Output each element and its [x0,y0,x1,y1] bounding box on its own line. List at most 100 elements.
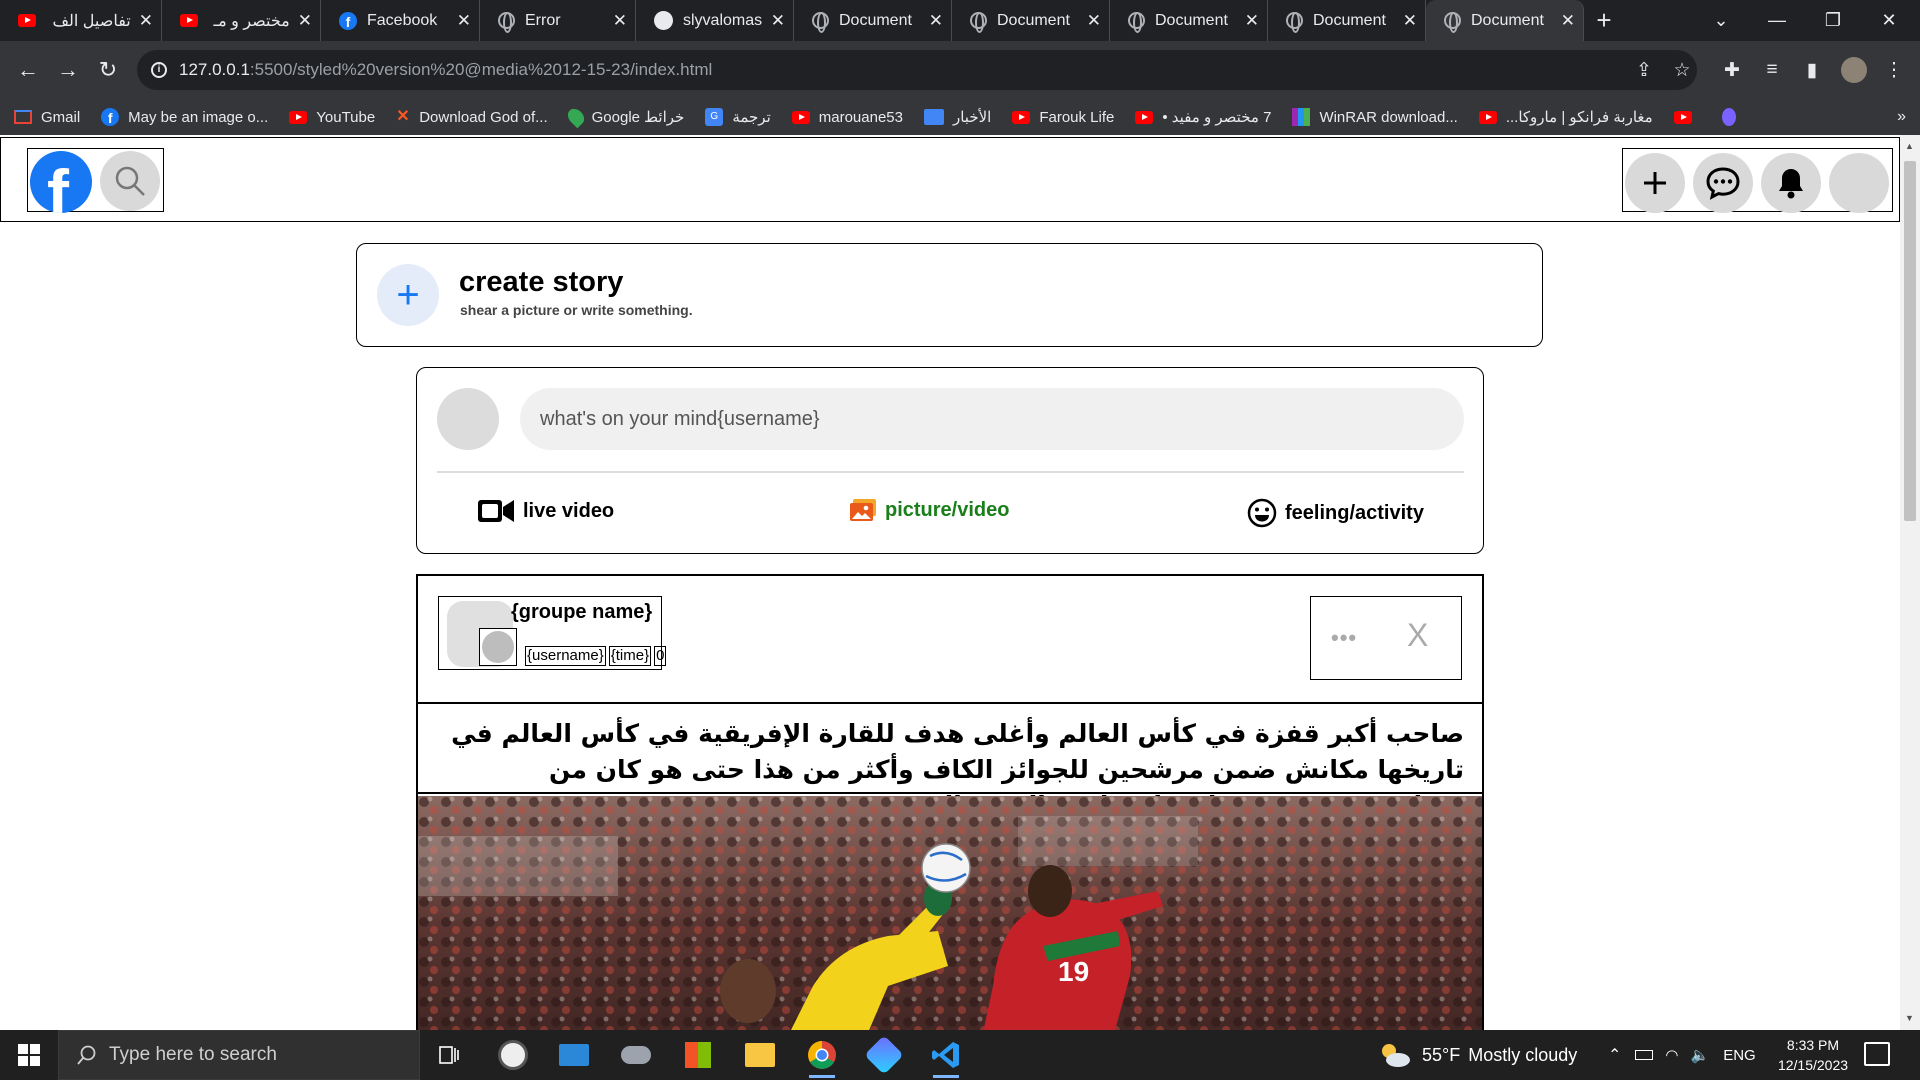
bookmark-mokhtasar[interactable]: 7 مختصر و مفيد • [1135,108,1271,126]
add-story-button[interactable]: + [377,264,439,326]
notifications-button[interactable] [1761,153,1821,213]
browser-tab[interactable]: Document ✕ [1268,0,1426,41]
bell-icon [1779,169,1803,199]
page-scrollbar[interactable]: ▲ ▼ [1900,135,1920,1030]
post-username[interactable]: {username} [525,646,606,666]
post-time[interactable]: {time} [608,646,652,666]
bookmark-translate[interactable]: G ترجمة [705,108,771,126]
close-tab-icon[interactable]: ✕ [771,11,785,31]
address-bar[interactable]: i 127.0.0.1:5500/styled%20version%20@med… [137,50,1697,90]
close-window-button[interactable]: ✕ [1861,0,1917,41]
share-icon[interactable]: ⇪ [1624,50,1664,90]
close-tab-icon[interactable]: ✕ [1561,11,1575,31]
browser-tab[interactable]: Document ✕ [952,0,1110,41]
close-post-icon[interactable]: X [1407,617,1428,654]
media-control-icon[interactable]: ≡ [1752,50,1792,90]
start-button[interactable] [0,1030,58,1080]
browser-tab[interactable]: تفاصيل الف ✕ [0,0,162,41]
store-icon [685,1042,711,1068]
taskbar-app-hex[interactable] [855,1030,913,1080]
extensions-icon[interactable]: ✚ [1712,50,1752,90]
browser-tab-active[interactable]: Document ✕ [1426,0,1584,41]
close-tab-icon[interactable]: ✕ [298,11,312,31]
reload-button[interactable]: ↻ [88,50,128,90]
taskbar-vscode[interactable] [917,1030,975,1080]
bookmark-youtube[interactable]: YouTube [289,109,375,126]
user-avatar[interactable] [479,628,517,666]
taskbar-search[interactable]: Type here to search [58,1030,420,1080]
scroll-up-arrow-icon[interactable]: ▲ [1905,141,1914,151]
bookmark-maghariba[interactable]: مغاربة فرانكو | ماروكا... [1478,108,1653,126]
show-hidden-icons-icon[interactable]: ⌃ [1608,1045,1621,1065]
browser-tab[interactable]: slyvalomas ✕ [636,0,794,41]
taskbar-clock[interactable]: 8:33 PM 12/15/2023 [1768,1035,1858,1075]
volume-icon[interactable]: 🔈 [1691,1046,1710,1064]
facebook-logo[interactable]: f [30,151,92,213]
messenger-button[interactable] [1693,153,1753,213]
taskbar-mail-app[interactable] [545,1030,603,1080]
browser-tab[interactable]: Error ✕ [480,0,636,41]
feeling-activity-button[interactable]: feeling/activity [1247,498,1424,528]
bookmark-bolt-icon-only[interactable] [1721,108,1745,126]
wifi-icon[interactable]: ◠ [1665,1046,1678,1064]
whats-on-your-mind-input[interactable]: what's on your mind{username} [520,388,1464,450]
bookmark-winrar[interactable]: WinRAR download... [1292,108,1458,126]
notification-center-icon[interactable] [1864,1042,1890,1066]
bookmark-label: 7 مختصر و مفيد • [1162,109,1272,126]
browser-tab[interactable]: f Facebook ✕ [321,0,480,41]
tab-search-icon[interactable]: ⌄ [1693,0,1749,41]
side-panel-icon[interactable]: ▮ [1792,50,1832,90]
close-tab-icon[interactable]: ✕ [613,11,627,31]
close-tab-icon[interactable]: ✕ [1087,11,1101,31]
picture-video-button[interactable]: picture/video [849,498,1009,522]
taskbar-clock-app[interactable] [484,1030,542,1080]
battery-icon[interactable] [1635,1050,1654,1060]
group-name[interactable]: {groupe name} [511,601,652,624]
bookmark-download[interactable]: ✕ Download God of... [396,109,547,126]
close-tab-icon[interactable]: ✕ [139,11,153,31]
taskbar-chrome[interactable] [793,1030,851,1080]
live-video-button[interactable]: live video [477,498,614,524]
post-author-block[interactable]: {groupe name} {username} {time} 0 [438,596,667,670]
browser-menu-icon[interactable]: ⋮ [1874,50,1914,90]
close-tab-icon[interactable]: ✕ [457,11,471,31]
close-tab-icon[interactable]: ✕ [1245,11,1259,31]
more-bookmarks-button[interactable]: » [1897,99,1906,135]
bookmark-farouk-life[interactable]: Farouk Life [1012,109,1114,126]
create-story-card[interactable]: + create story shear a picture or write … [356,243,1543,347]
avatar [437,388,499,450]
bookmark-gmail[interactable]: Gmail [14,109,80,126]
profile-avatar[interactable] [1834,50,1874,90]
browser-tab[interactable]: Document ✕ [1110,0,1268,41]
forward-button[interactable]: → [48,50,88,90]
restore-button[interactable]: ❐ [1805,0,1861,41]
weather-widget[interactable]: 55°F Mostly cloudy [1378,1030,1577,1080]
bookmark-maps[interactable]: Google خرائط [564,105,684,129]
more-options-icon[interactable]: ••• [1331,625,1357,651]
new-tab-button[interactable]: + [1584,0,1624,41]
scrollbar-thumb[interactable] [1904,161,1916,521]
create-button[interactable] [1625,153,1685,213]
taskbar-store-app[interactable] [669,1030,727,1080]
close-tab-icon[interactable]: ✕ [929,11,943,31]
back-button[interactable]: ← [8,50,48,90]
bookmark-star-icon[interactable]: ☆ [1662,50,1702,90]
account-avatar[interactable] [1829,153,1889,213]
site-info-icon[interactable]: i [151,62,167,78]
divider [437,471,1464,473]
close-tab-icon[interactable]: ✕ [1403,11,1417,31]
bookmark-marouane53[interactable]: marouane53 [791,109,903,126]
scroll-down-arrow-icon[interactable]: ▼ [1905,1013,1914,1023]
task-view-button[interactable] [420,1030,478,1080]
bookmark-youtube-icon-only[interactable] [1673,110,1701,124]
language-indicator[interactable]: ENG [1723,1047,1756,1064]
browser-tab[interactable]: Document ✕ [794,0,952,41]
post-image[interactable]: 19 [418,796,1482,1030]
minimize-button[interactable]: — [1749,0,1805,41]
bookmark-facebook[interactable]: f May be an image o... [101,108,268,126]
search-button[interactable] [100,151,160,211]
browser-tab[interactable]: مختصر و مـ ✕ [162,0,321,41]
taskbar-game-app[interactable] [607,1030,665,1080]
bookmark-news[interactable]: الأخبار [923,108,991,126]
taskbar-file-explorer[interactable] [731,1030,789,1080]
